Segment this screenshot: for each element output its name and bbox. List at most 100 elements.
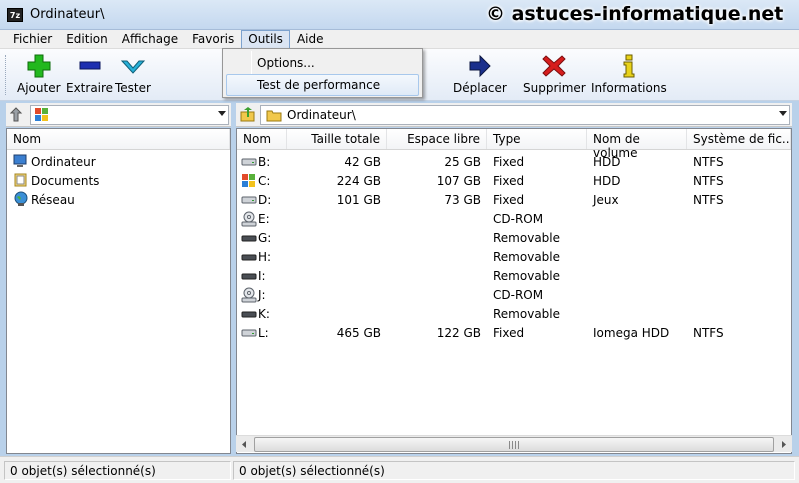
- drive-name: H:: [258, 250, 272, 264]
- menu-aide[interactable]: Aide: [290, 30, 331, 49]
- info-icon: [623, 54, 635, 78]
- drive-name: G:: [258, 231, 272, 245]
- check-icon: [120, 60, 146, 74]
- left-column-header: Nom: [7, 129, 230, 150]
- table-row[interactable]: J: CD-ROM: [237, 286, 791, 305]
- scroll-left-button[interactable]: [236, 437, 253, 452]
- table-row[interactable]: D: 101 GB 73 GB Fixed Jeux NTFS: [237, 191, 791, 210]
- table-row[interactable]: E: CD-ROM: [237, 210, 791, 229]
- thumb-grip: [509, 441, 519, 449]
- app-icon: 7z: [7, 8, 23, 22]
- free-space: 107 GB: [436, 174, 481, 188]
- drive-type: Fixed: [493, 155, 525, 169]
- menu-bar: Fichier Edition Affichage Favoris Outils…: [0, 30, 799, 49]
- chevron-down-icon[interactable]: [779, 111, 787, 116]
- scroll-right-button[interactable]: [775, 437, 792, 452]
- left-pane: Nom Ordinateur Documents Réseau: [6, 128, 231, 454]
- drive-name: E:: [258, 212, 270, 226]
- menu-options[interactable]: Options...: [226, 52, 419, 74]
- delete-button[interactable]: Supprimer: [523, 53, 586, 95]
- move-label: Déplacer: [453, 81, 507, 95]
- total-size: 224 GB: [336, 174, 381, 188]
- free-space: 73 GB: [444, 193, 481, 207]
- tree-item-ordinateur[interactable]: Ordinateur: [13, 153, 96, 172]
- drive-type: CD-ROM: [493, 212, 544, 226]
- col-nom[interactable]: Nom: [237, 129, 287, 149]
- volume-name: HDD: [593, 155, 621, 169]
- arrow-right-icon: [782, 441, 786, 448]
- window-title: Ordinateur\: [30, 7, 105, 22]
- table-row[interactable]: K: Removable: [237, 305, 791, 324]
- folder-icon: [266, 110, 282, 122]
- test-button[interactable]: Tester: [115, 53, 151, 95]
- drive-name: K:: [258, 307, 270, 321]
- scroll-thumb[interactable]: [254, 437, 774, 452]
- watermark: © astuces-informatique.net: [486, 3, 784, 25]
- drive-type: Removable: [493, 269, 561, 283]
- add-label: Ajouter: [17, 81, 61, 95]
- col-espace-libre[interactable]: Espace libre: [387, 129, 487, 149]
- table-row[interactable]: I: Removable: [237, 267, 791, 286]
- tree-item-documents[interactable]: Documents: [13, 172, 99, 191]
- network-globe-icon: [14, 191, 28, 206]
- delete-label: Supprimer: [523, 81, 586, 95]
- extract-button[interactable]: Extraire: [66, 53, 113, 95]
- arrow-right-icon: [469, 54, 491, 78]
- left-status: 0 objet(s) sélectionné(s): [4, 461, 231, 480]
- hdd-icon: [241, 154, 257, 171]
- menu-test-performance[interactable]: Test de performance: [226, 74, 419, 96]
- left-address-box[interactable]: [30, 105, 229, 125]
- drive-name: I:: [258, 269, 266, 283]
- menu-outils[interactable]: Outils: [241, 30, 290, 49]
- title-bar: 7z Ordinateur\ © astuces-informatique.ne…: [0, 0, 799, 30]
- up-folder-icon[interactable]: [10, 107, 26, 123]
- tree-item-reseau[interactable]: Réseau: [13, 191, 75, 210]
- hdd-icon: [241, 192, 257, 209]
- drive-name: C:: [258, 174, 271, 188]
- menu-favoris[interactable]: Favoris: [185, 30, 241, 49]
- info-button[interactable]: Informations: [591, 53, 667, 95]
- table-row[interactable]: L: 465 GB 122 GB Fixed Iomega HDD NTFS: [237, 324, 791, 343]
- right-address-box[interactable]: Ordinateur\: [260, 105, 790, 125]
- drive-name: J:: [258, 288, 266, 302]
- extract-label: Extraire: [66, 81, 114, 95]
- drive-type: Fixed: [493, 326, 525, 340]
- tree-label-ordinateur: Ordinateur: [31, 155, 96, 169]
- file-system: NTFS: [693, 155, 724, 169]
- documents-folder-icon: [14, 173, 27, 187]
- up-folder-icon[interactable]: [240, 107, 256, 123]
- col-type[interactable]: Type: [487, 129, 587, 149]
- chevron-down-icon[interactable]: [218, 111, 226, 116]
- total-size: 101 GB: [336, 193, 381, 207]
- test-label: Tester: [115, 81, 151, 95]
- menu-fichier[interactable]: Fichier: [6, 30, 59, 49]
- drive-type: Removable: [493, 307, 561, 321]
- menu-affichage[interactable]: Affichage: [115, 30, 185, 49]
- table-row[interactable]: C: 224 GB 107 GB Fixed HDD NTFS: [237, 172, 791, 191]
- tree-label-reseau: Réseau: [31, 193, 75, 207]
- add-button[interactable]: Ajouter: [17, 53, 61, 95]
- hdd-icon: [241, 325, 257, 342]
- file-system: NTFS: [693, 174, 724, 188]
- menu-edition[interactable]: Edition: [59, 30, 115, 49]
- col-systeme-fichiers[interactable]: Système de fic...: [687, 129, 791, 149]
- drive-type: CD-ROM: [493, 288, 544, 302]
- table-row[interactable]: H: Removable: [237, 248, 791, 267]
- col-nom[interactable]: Nom: [7, 129, 230, 149]
- right-pane: Nom Taille totale Espace libre Type Nom …: [236, 128, 792, 454]
- table-row[interactable]: B: 42 GB 25 GB Fixed HDD NTFS: [237, 153, 791, 172]
- arrow-left-icon: [242, 441, 246, 448]
- drive-name: D:: [258, 193, 272, 207]
- toolbar-grip[interactable]: [5, 55, 8, 95]
- address-path: Ordinateur\: [287, 108, 356, 122]
- right-status: 0 objet(s) sélectionné(s): [233, 461, 795, 480]
- table-row[interactable]: G: Removable: [237, 229, 791, 248]
- file-system: NTFS: [693, 326, 724, 340]
- computer-icon: [13, 154, 27, 167]
- col-taille-totale[interactable]: Taille totale: [287, 129, 387, 149]
- col-nom-volume[interactable]: Nom de volume: [587, 129, 687, 160]
- horizontal-scrollbar[interactable]: [236, 435, 792, 452]
- plus-icon: [27, 54, 51, 78]
- move-button[interactable]: Déplacer: [453, 53, 507, 95]
- drive-name: L:: [258, 326, 269, 340]
